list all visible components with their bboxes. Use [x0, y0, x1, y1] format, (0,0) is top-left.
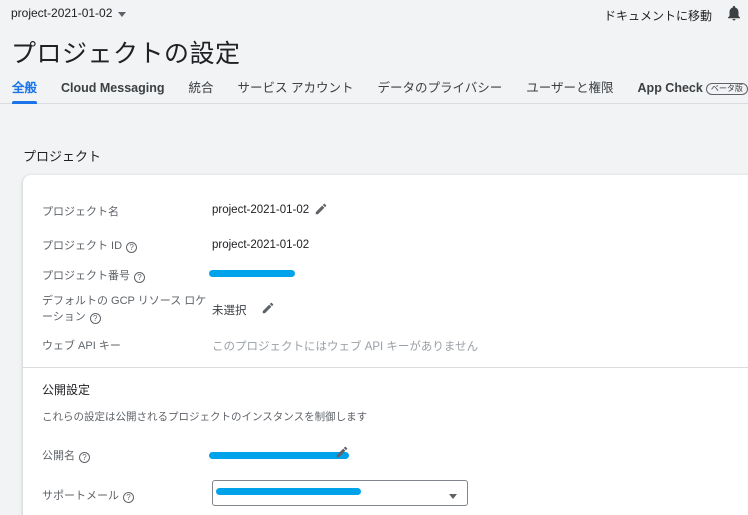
section-divider: [23, 367, 748, 368]
project-switcher[interactable]: project-2021-01-02: [11, 6, 127, 20]
project-number-label: プロジェクト番号?: [42, 267, 145, 283]
header: project-2021-01-02 ドキュメントに移動 プロジェクトの設定 全…: [0, 0, 748, 104]
tab-app-check-label: App Check: [637, 81, 703, 95]
gcp-location-label-line2-wrap: ーション?: [42, 309, 206, 325]
public-name-label-text: 公開名: [42, 450, 75, 462]
help-icon[interactable]: ?: [134, 272, 145, 283]
project-name-value: project-2021-01-02: [212, 204, 310, 216]
web-api-key-label: ウェブ API キー: [42, 340, 121, 352]
edit-public-name-icon[interactable]: [335, 445, 349, 459]
edit-gcp-location-icon[interactable]: [261, 301, 275, 315]
project-id-label: プロジェクト ID?: [42, 237, 138, 253]
chevron-down-icon: [449, 494, 457, 499]
redacted-public-name: [209, 452, 349, 459]
project-switcher-label: project-2021-01-02: [11, 6, 113, 20]
redacted-support-email: [216, 488, 361, 495]
tab-service-accounts[interactable]: サービス アカウント: [226, 78, 366, 104]
project-name-label: プロジェクト名: [42, 206, 119, 218]
tab-integrations[interactable]: 統合: [177, 78, 226, 104]
project-id-value: project-2021-01-02: [212, 239, 310, 251]
web-api-key-value: このプロジェクトにはウェブ API キーがありません: [212, 341, 479, 353]
tab-data-privacy[interactable]: データのプライバシー: [366, 78, 515, 104]
docs-link[interactable]: ドキュメントに移動: [604, 7, 712, 24]
chevron-down-icon: [118, 11, 127, 17]
help-icon[interactable]: ?: [79, 452, 90, 463]
notification-bell-icon[interactable]: [725, 4, 743, 22]
project-number-label-text: プロジェクト番号: [42, 270, 130, 282]
help-icon[interactable]: ?: [123, 492, 134, 503]
gcp-location-value: 未選択: [212, 305, 247, 317]
tab-users-permissions[interactable]: ユーザーと権限: [514, 78, 625, 104]
help-icon[interactable]: ?: [126, 242, 138, 253]
tab-cloud-messaging[interactable]: Cloud Messaging: [49, 78, 176, 104]
page-title: プロジェクトの設定: [11, 40, 241, 68]
support-email-label-text: サポートメール: [42, 490, 119, 502]
beta-badge: ベータ版: [705, 82, 748, 95]
tab-app-check[interactable]: App Check ベータ版: [626, 78, 748, 104]
public-settings-title: 公開設定: [42, 383, 91, 397]
help-icon[interactable]: ?: [89, 313, 101, 324]
redacted-project-number: [209, 270, 295, 277]
project-settings-card: プロジェクト名 project-2021-01-02 プロジェクト ID? pr…: [23, 175, 748, 515]
settings-tabs: 全般 Cloud Messaging 統合 サービス アカウント データのプライ…: [0, 78, 748, 104]
tab-general[interactable]: 全般: [0, 78, 49, 104]
gcp-location-label-line1: デフォルトの GCP リソース ロケ: [42, 295, 207, 307]
edit-project-name-icon[interactable]: [314, 202, 328, 216]
project-id-label-text: プロジェクト ID: [42, 240, 123, 252]
gcp-location-label-line2: ーション: [42, 311, 86, 323]
gcp-location-label: デフォルトの GCP リソース ロケ ーション?: [42, 293, 206, 325]
public-settings-description: これらの設定は公開されるプロジェクトのインスタンスを制御します: [42, 411, 368, 423]
project-section-title: プロジェクト: [23, 149, 102, 164]
public-name-label: 公開名?: [42, 447, 90, 463]
